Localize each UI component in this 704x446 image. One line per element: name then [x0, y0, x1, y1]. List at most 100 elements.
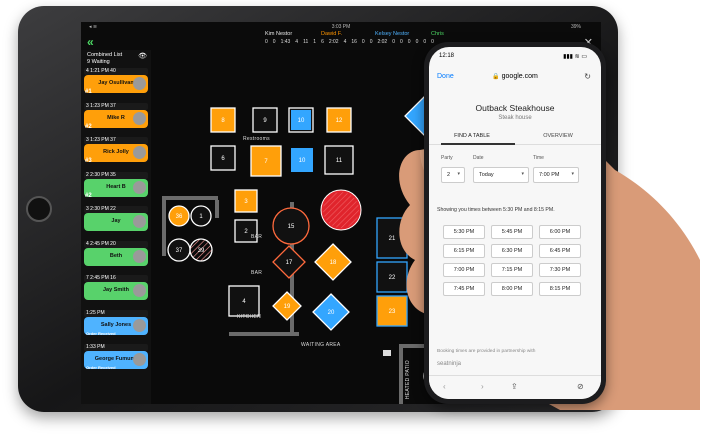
avatar — [133, 180, 146, 194]
time-slot-button[interactable]: 6:30 PM — [491, 244, 533, 258]
staff-dawid[interactable]: Dawid F. — [321, 31, 342, 37]
staff-stat: 1 — [313, 39, 317, 45]
table-37[interactable]: 37 — [167, 238, 191, 262]
staff-stats: 0 0 1:43 4 11 1 6 2:02 4 16 0 0 2:02 0 0 0 0 0 0 — [265, 39, 439, 45]
waitlist-card[interactable]: 1:33 PM George Fumung Order Received — [84, 344, 148, 371]
forward-arrow-icon[interactable]: › — [481, 382, 484, 391]
waiting-area-label: WAITING AREA — [301, 342, 341, 348]
table-number: 37 — [176, 248, 183, 254]
card-header: 3 2:30 PM 22 — [84, 206, 148, 213]
time-select[interactable]: 7:00 PM ▾ — [533, 167, 579, 183]
waitlist-card[interactable]: 4 2:45 PM 20 Beth — [84, 240, 148, 268]
staff-stat: 0 — [361, 39, 365, 45]
waitlist-card[interactable]: 3 1:23 PM 37 Mike R #2 — [84, 102, 148, 130]
table-red[interactable] — [320, 189, 362, 231]
staff-stat: 11 — [303, 39, 309, 45]
share-icon[interactable]: ⇪ — [511, 382, 518, 391]
table-6[interactable]: 6 — [210, 145, 236, 171]
waitlist-card[interactable]: 2 2:30 PM 35 Heart B #2 — [84, 171, 148, 199]
table-19[interactable]: 19 — [272, 291, 302, 321]
party-select[interactable]: 2 ▾ — [441, 167, 465, 183]
table-18[interactable]: 18 — [314, 243, 352, 281]
time-slot-button[interactable]: 6:00 PM — [539, 225, 581, 239]
staff-stat: 0 — [431, 39, 434, 45]
time-slot-button[interactable]: 7:45 PM — [443, 282, 485, 296]
partner-logo: seatninja — [437, 361, 462, 367]
bar-label-2: BAR — [251, 270, 263, 276]
staff-stat: 0 — [272, 39, 276, 45]
card-header: 4 2:45 PM 20 — [84, 240, 148, 248]
table-number: 18 — [330, 260, 337, 266]
waitlist-card[interactable]: 7 2:45 PM 16 Jay Smith — [84, 275, 148, 302]
card-header: 7 2:45 PM 16 — [84, 275, 148, 282]
waitlist-header: Combined List 9 Waiting — [87, 52, 122, 66]
phone-time: 12:18 — [439, 53, 455, 59]
staff-stat: 0 — [407, 39, 411, 45]
table-17[interactable]: 17 — [272, 245, 306, 279]
staff-kelsey[interactable]: Kelsey Nestor — [375, 31, 409, 37]
time-label: Time — [533, 155, 544, 161]
url-field[interactable]: 🔒 google.com — [429, 73, 601, 80]
avatar — [133, 249, 146, 263]
table-number: 17 — [286, 260, 293, 266]
waitlist-card[interactable]: 4 1:21 PM 40 Jay Osullivan #1 — [84, 68, 148, 95]
table-number: 20 — [328, 310, 335, 316]
tablet-home-button[interactable] — [26, 196, 52, 222]
time-slot-button[interactable]: 8:15 PM — [539, 282, 581, 296]
browser-bar: Done 🔒 google.com ↻ — [429, 67, 601, 87]
reload-icon[interactable]: ↻ — [584, 72, 591, 81]
table-11[interactable]: 11 — [324, 145, 354, 175]
active-tab-indicator — [441, 143, 515, 145]
compass-icon[interactable]: ⊘ — [577, 382, 584, 391]
card-header: 1:33 PM — [84, 344, 148, 351]
eye-icon[interactable]: 👁 — [138, 52, 147, 60]
time-slot-button[interactable]: 6:15 PM — [443, 244, 485, 258]
tab-find-a-table[interactable]: FIND A TABLE — [429, 133, 515, 139]
table-number: 10 — [298, 118, 305, 124]
table-4[interactable]: 4 — [228, 285, 260, 317]
back-arrow-icon[interactable]: ‹ — [443, 382, 446, 391]
party-label: Party — [441, 155, 453, 161]
card-header: 3 1:23 PM 37 — [84, 137, 148, 144]
time-slot-button[interactable]: 6:45 PM — [539, 244, 581, 258]
back-chevron-icon[interactable]: « — [87, 36, 99, 48]
waitlist-card[interactable]: 1:25 PM Sally Jones Order Received — [84, 309, 148, 337]
staff-chris[interactable]: Chris — [431, 31, 444, 37]
table-15[interactable]: 15 — [272, 207, 310, 245]
table-1[interactable]: 1 — [190, 205, 212, 227]
date-select[interactable]: Today ▾ — [473, 167, 529, 183]
queue-number: #1 — [85, 89, 92, 95]
table-20[interactable]: 20 — [312, 293, 350, 331]
staff-stat: 0 — [392, 39, 395, 45]
table-39[interactable]: 39 — [189, 238, 213, 262]
time-slot-button[interactable]: 5:45 PM — [491, 225, 533, 239]
time-slot-button[interactable]: 7:00 PM — [443, 263, 485, 277]
table-9[interactable]: 9 — [252, 107, 278, 133]
table-12[interactable]: 12 — [326, 107, 352, 133]
avatar — [133, 111, 146, 125]
avatar — [133, 284, 146, 297]
time-slot-button[interactable]: 8:00 PM — [491, 282, 533, 296]
card-header: 2 2:30 PM 35 — [84, 171, 148, 179]
table-number: 12 — [336, 118, 343, 124]
time-slot-button[interactable]: 5:30 PM — [443, 225, 485, 239]
waitlist-card[interactable]: 3 1:23 PM 37 Rick Jolly #3 — [84, 137, 148, 164]
table-number: 39 — [198, 248, 205, 254]
avatar — [133, 215, 146, 228]
staff-kim[interactable]: Kim Nestor — [265, 31, 292, 37]
staff-stat: 0 — [400, 39, 403, 45]
restaurant-name: Outback Steakhouse — [475, 103, 555, 113]
waitlist-count: 9 Waiting — [87, 59, 110, 65]
table-7[interactable]: 7 — [250, 145, 282, 177]
table-8[interactable]: 8 — [210, 107, 236, 133]
phone-device: 12:18 ▮▮▮ ≋ ▭ Done 🔒 google.com ↻ Outback… — [424, 42, 606, 404]
table-3[interactable]: 3 — [234, 189, 258, 213]
time-slot-button[interactable]: 7:15 PM — [491, 263, 533, 277]
waitlist-card[interactable]: 3 2:30 PM 22 Jay — [84, 206, 148, 233]
tab-overview[interactable]: OVERVIEW — [515, 133, 601, 139]
product-scene: ◂ ≋ 3:03 PM 39% « ✕ Kim Nestor Dawid F. … — [0, 0, 704, 446]
table-number: 11 — [336, 158, 343, 164]
table-36[interactable]: 36 — [168, 205, 190, 227]
time-slot-button[interactable]: 7:30 PM — [539, 263, 581, 277]
staff-stat: 0 — [423, 39, 427, 45]
